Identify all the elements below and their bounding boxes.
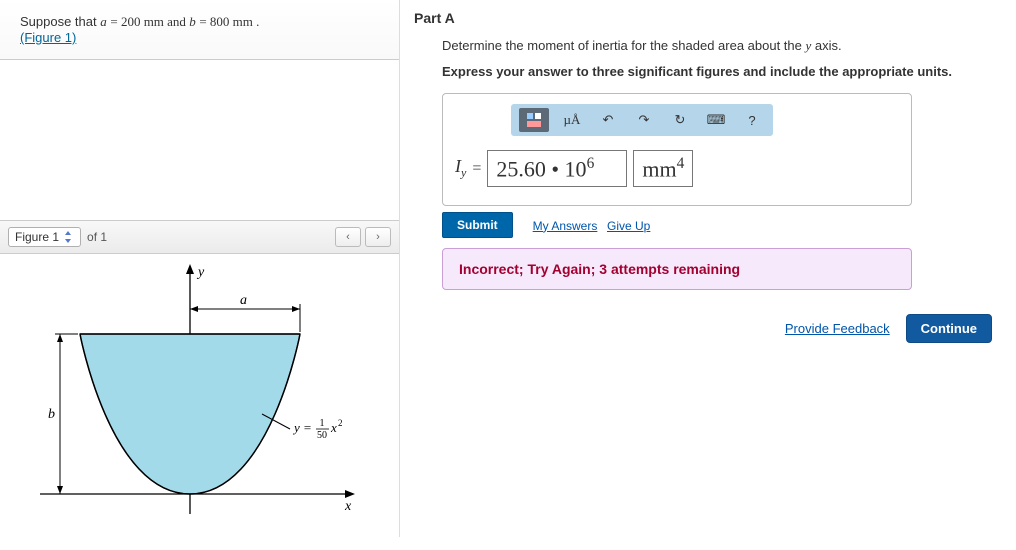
axis-y-label: y (196, 265, 205, 280)
dim-b-label: b (48, 407, 55, 422)
question-text: Determine the moment of inertia for the … (442, 38, 1002, 54)
continue-button[interactable]: Continue (906, 314, 992, 343)
var-b: b (189, 14, 196, 29)
answer-row: Iy = 25.60 • 106 mm4 (455, 150, 899, 187)
figure-image: y x a b (0, 254, 399, 537)
prev-figure-button[interactable]: ‹ (335, 227, 361, 247)
b-value: = 800 mm . (199, 14, 259, 29)
svg-text:50: 50 (317, 430, 327, 441)
undo-button[interactable]: ↶ (595, 108, 621, 132)
svg-text:1: 1 (320, 418, 325, 429)
next-figure-button[interactable]: › (365, 227, 391, 247)
stepper-icon[interactable] (63, 230, 74, 244)
shaded-region (80, 334, 300, 494)
redo-button[interactable]: ↷ (631, 108, 657, 132)
answer-unit-input[interactable]: mm4 (633, 150, 693, 187)
dim-a-label: a (240, 293, 247, 308)
submit-button[interactable]: Submit (442, 212, 513, 238)
provide-feedback-link[interactable]: Provide Feedback (785, 321, 890, 336)
var-a: a (100, 14, 107, 29)
figure-count: of 1 (87, 230, 107, 244)
answer-value-input[interactable]: 25.60 • 106 (487, 150, 627, 187)
feedback-message: Incorrect; Try Again; 3 attempts remaini… (442, 248, 912, 290)
keyboard-button[interactable]: ⌨ (703, 108, 729, 132)
units-button[interactable]: µÅ (559, 108, 585, 132)
input-toolbar: µÅ ↶ ↷ ↻ ⌨ ? (511, 104, 773, 136)
figure-selector-label: Figure 1 (15, 230, 59, 244)
prompt-text: Suppose that (20, 14, 100, 29)
part-label: Part A (414, 10, 1002, 26)
axis-x-label: x (344, 499, 352, 514)
answer-symbol: Iy (455, 156, 466, 181)
svg-text:x: x (330, 420, 337, 435)
action-row: Submit My Answers Give Up (442, 212, 1002, 238)
figure-link[interactable]: (Figure 1) (20, 30, 76, 45)
figure-nav-bar: Figure 1 of 1 ‹ › (0, 220, 399, 254)
a-value: = 200 mm and (110, 14, 189, 29)
answer-input-panel: µÅ ↶ ↷ ↻ ⌨ ? Iy = 25.60 • 106 (442, 93, 912, 206)
help-button[interactable]: ? (739, 108, 765, 132)
footer-row: Provide Feedback Continue (414, 314, 1002, 343)
equals-sign: = (472, 160, 481, 178)
hint-text: Express your answer to three significant… (442, 64, 1002, 79)
my-answers-link[interactable]: My Answers (533, 219, 598, 233)
figure-selector[interactable]: Figure 1 (8, 227, 81, 247)
reset-button[interactable]: ↻ (667, 108, 693, 132)
give-up-link[interactable]: Give Up (607, 219, 650, 233)
curve-equation: y = (292, 420, 312, 435)
template-button[interactable] (519, 108, 549, 132)
problem-prompt: Suppose that a = 200 mm and b = 800 mm .… (0, 0, 399, 60)
svg-text:2: 2 (338, 418, 343, 428)
